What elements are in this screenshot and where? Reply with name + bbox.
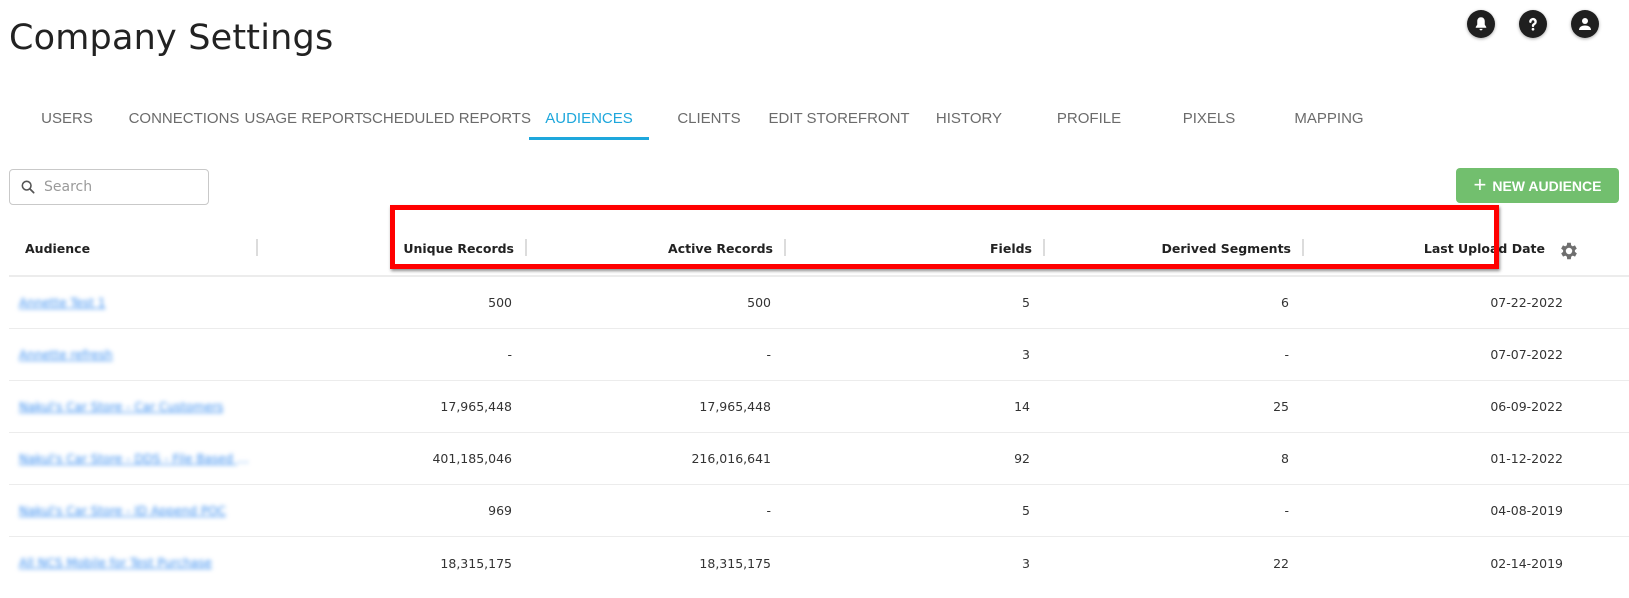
active-records-cell: -: [766, 503, 771, 518]
table-row: Nakul's Car Store - ID Append POC 969 - …: [9, 485, 1629, 537]
derived-segments-cell: -: [1284, 347, 1289, 362]
audience-link[interactable]: Nakul's Car Store - Car Customers: [19, 400, 223, 414]
active-records-cell: 18,315,175: [699, 555, 771, 571]
tab-clients[interactable]: CLIENTS: [649, 96, 769, 142]
tab-mapping[interactable]: MAPPING: [1269, 96, 1389, 142]
table-header: Audience Unique Records Active Records F…: [9, 222, 1629, 277]
tab-scheduled-reports[interactable]: SCHEDULED REPORTS: [362, 96, 531, 142]
search-input[interactable]: [44, 179, 194, 195]
table-row: Annette refresh - - 3 - 07-07-2022: [9, 329, 1629, 381]
audience-link[interactable]: Annette Test 1: [19, 296, 106, 310]
active-records-cell: 17,965,448: [699, 399, 771, 414]
column-header-unique-records[interactable]: Unique Records: [268, 221, 527, 276]
column-resize-handle[interactable]: [256, 239, 258, 256]
table-row: Nakul's Car Store - Car Customers 17,965…: [9, 381, 1629, 433]
audience-link[interactable]: Nakul's Car Store - DDS - File Based Seg…: [19, 452, 251, 466]
active-records-cell: 216,016,641: [691, 451, 771, 466]
tab-pixels[interactable]: PIXELS: [1149, 96, 1269, 142]
column-header-derived-segments[interactable]: Derived Segments: [1045, 221, 1304, 276]
gear-icon[interactable]: [1558, 240, 1580, 262]
table-row: All NCS Mobile for Test Purchase 18,315,…: [9, 537, 1629, 589]
fields-cell: 14: [1014, 399, 1030, 414]
audiences-table: Audience Unique Records Active Records F…: [9, 222, 1629, 589]
column-header-label: Active Records: [668, 241, 773, 256]
last-upload-date-cell: 06-09-2022: [1490, 399, 1563, 414]
tab-history[interactable]: HISTORY: [909, 96, 1029, 142]
table-row: Nakul's Car Store - DDS - File Based Seg…: [9, 433, 1629, 485]
tab-profile[interactable]: PROFILE: [1029, 96, 1149, 142]
audience-link[interactable]: Annette refresh: [19, 348, 113, 362]
tab-audiences[interactable]: AUDIENCES: [529, 96, 649, 142]
fields-cell: 92: [1014, 451, 1030, 466]
derived-segments-cell: 6: [1281, 295, 1289, 310]
page-title: Company Settings: [9, 18, 334, 58]
header-icons: [1467, 10, 1599, 38]
fields-cell: 5: [1022, 503, 1030, 518]
column-header-fields[interactable]: Fields: [786, 221, 1045, 276]
unique-records-cell: 18,315,175: [440, 555, 512, 571]
plus-icon: +: [1473, 171, 1487, 197]
new-audience-button[interactable]: + NEW AUDIENCE: [1456, 168, 1619, 203]
last-upload-date-cell: 07-22-2022: [1490, 295, 1563, 310]
active-records-cell: -: [766, 347, 771, 362]
table-body: Annette Test 1 500 500 5 6 07-22-2022 An…: [9, 277, 1629, 589]
search-icon: [21, 180, 35, 194]
derived-segments-cell: -: [1284, 503, 1289, 518]
tab-users[interactable]: USERS: [10, 96, 124, 142]
tab-connections[interactable]: CONNECTIONS: [124, 96, 244, 142]
settings-tabs: USERS CONNECTIONS USAGE REPORT SCHEDULED…: [10, 96, 1389, 142]
derived-segments-cell: 22: [1273, 555, 1289, 571]
column-header-active-records[interactable]: Active Records: [527, 221, 786, 276]
unique-records-cell: 500: [488, 295, 512, 310]
table-row: Annette Test 1 500 500 5 6 07-22-2022: [9, 277, 1629, 329]
help-icon[interactable]: [1519, 10, 1547, 38]
tab-usage-report[interactable]: USAGE REPORT: [244, 96, 364, 142]
fields-cell: 3: [1022, 555, 1030, 571]
search-box: [9, 169, 209, 205]
column-header-label: Fields: [990, 241, 1032, 256]
column-header-label: Audience: [25, 241, 91, 256]
column-header-audience[interactable]: Audience: [9, 221, 268, 276]
audience-link[interactable]: Nakul's Car Store - ID Append POC: [19, 504, 226, 518]
column-header-label: Last Upload Date: [1423, 241, 1545, 256]
derived-segments-cell: 25: [1273, 399, 1289, 414]
fields-cell: 3: [1022, 347, 1030, 362]
fields-cell: 5: [1022, 295, 1030, 310]
active-records-cell: 500: [747, 295, 771, 310]
derived-segments-cell: 8: [1281, 451, 1289, 466]
account-icon[interactable]: [1571, 10, 1599, 38]
column-header-last-upload-date[interactable]: Last Upload Date: [1304, 221, 1551, 276]
unique-records-cell: 401,185,046: [432, 451, 512, 466]
new-audience-label: NEW AUDIENCE: [1492, 177, 1602, 194]
audience-link[interactable]: All NCS Mobile for Test Purchase: [19, 556, 212, 570]
last-upload-date-cell: 04-08-2019: [1490, 503, 1563, 518]
column-header-label: Derived Segments: [1161, 241, 1291, 256]
last-upload-date-cell: 07-07-2022: [1490, 347, 1563, 362]
bell-icon[interactable]: [1467, 10, 1495, 38]
unique-records-cell: 17,965,448: [440, 399, 512, 414]
tab-edit-storefront[interactable]: EDIT STOREFRONT: [768, 96, 909, 142]
last-upload-date-cell: 01-12-2022: [1490, 451, 1563, 466]
column-header-label: Unique Records: [403, 241, 514, 256]
last-upload-date-cell: 02-14-2019: [1490, 555, 1563, 571]
unique-records-cell: -: [507, 347, 512, 362]
unique-records-cell: 969: [488, 503, 512, 518]
